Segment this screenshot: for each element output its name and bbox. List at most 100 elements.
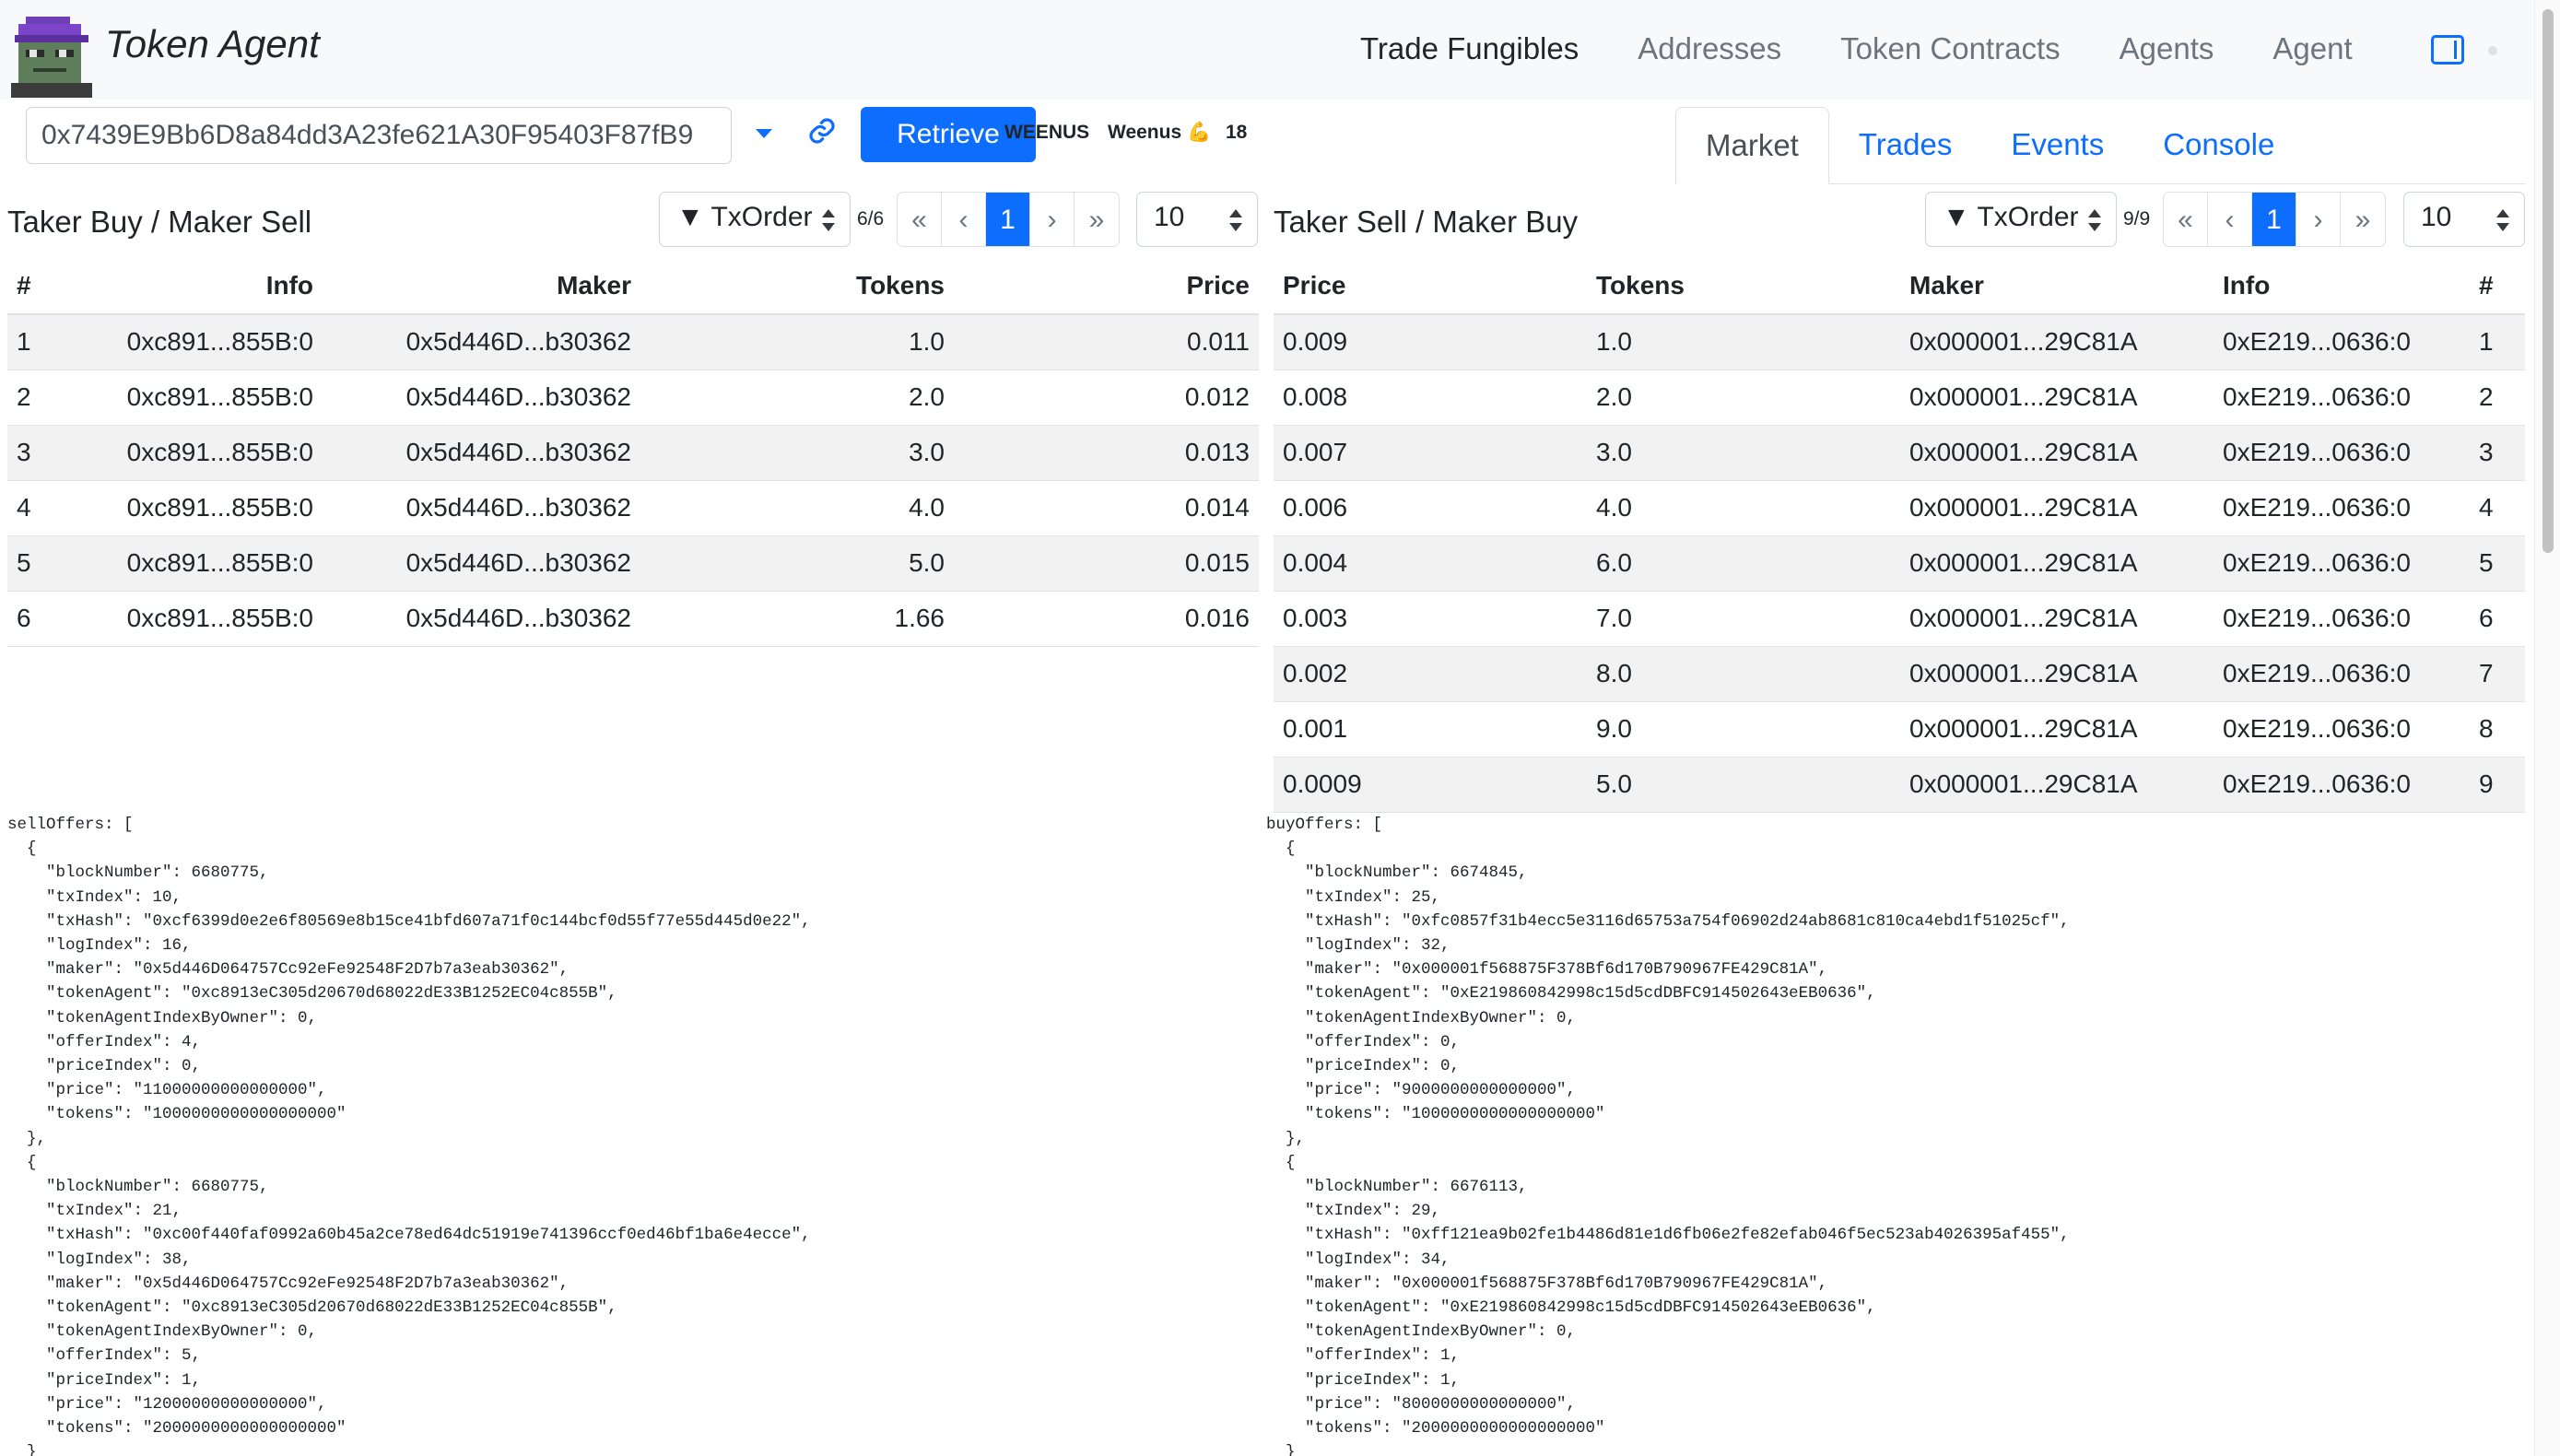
table-row[interactable]: 2 0xc891...855B:0 0x5d446D...b30362 2.0 0.01… bbox=[7, 370, 1259, 426]
nav-token-contracts[interactable]: Token Contracts bbox=[1840, 31, 2060, 66]
token-agent-logo-icon[interactable] bbox=[7, 17, 96, 98]
cell-tokens: 1.0 bbox=[640, 314, 954, 370]
cell-maker: 0x000001...29C81A bbox=[1900, 646, 2214, 702]
nav-agents[interactable]: Agents bbox=[2120, 31, 2214, 66]
cell-tokens: 7.0 bbox=[1587, 591, 1900, 647]
cell-tokens: 8.0 bbox=[1587, 646, 1900, 702]
cell-index: 3 bbox=[7, 425, 109, 481]
nav-agent[interactable]: Agent bbox=[2272, 31, 2352, 66]
col-info[interactable]: Info bbox=[109, 257, 323, 315]
col-index[interactable]: # bbox=[7, 257, 109, 315]
col-maker[interactable]: Maker bbox=[323, 257, 640, 315]
cell-price: 0.006 bbox=[1274, 480, 1587, 536]
col-price[interactable]: Price bbox=[1274, 257, 1587, 315]
table-row[interactable]: 0.0009 5.0 0x000001...29C81A 0xE219...0636:… bbox=[1274, 757, 2525, 813]
pager-next[interactable]: › bbox=[2296, 193, 2341, 246]
table-row[interactable]: 0.008 2.0 0x000001...29C81A 0xE219...0636:0… bbox=[1274, 370, 2525, 426]
cell-price: 0.014 bbox=[954, 480, 1259, 536]
cell-index: 4 bbox=[2470, 480, 2525, 536]
cell-price: 0.011 bbox=[954, 314, 1259, 370]
tab-trades[interactable]: Trades bbox=[1829, 107, 1981, 184]
cell-index: 8 bbox=[2470, 701, 2525, 757]
pager-next[interactable]: › bbox=[1030, 193, 1074, 246]
sidebar-toggle-icon[interactable] bbox=[2431, 35, 2464, 65]
sell-sort-select[interactable]: ▼ TxOrder bbox=[659, 192, 851, 247]
col-maker[interactable]: Maker bbox=[1900, 257, 2214, 315]
token-decimals: 18 bbox=[1226, 122, 1248, 143]
cell-info: 0xc891...855B:0 bbox=[109, 480, 323, 536]
table-row[interactable]: 0.006 4.0 0x000001...29C81A 0xE219...0636:0… bbox=[1274, 480, 2525, 536]
cell-index: 5 bbox=[2470, 535, 2525, 592]
col-info[interactable]: Info bbox=[2214, 257, 2470, 315]
nav-addresses[interactable]: Addresses bbox=[1638, 31, 1781, 66]
table-row[interactable]: 3 0xc891...855B:0 0x5d446D...b30362 3.0 0.01… bbox=[7, 425, 1259, 481]
table-row[interactable]: 6 0xc891...855B:0 0x5d446D...b30362 1.66 0.0… bbox=[7, 591, 1259, 647]
table-row[interactable]: 0.003 7.0 0x000001...29C81A 0xE219...0636:0… bbox=[1274, 591, 2525, 647]
table-row[interactable]: 0.009 1.0 0x000001...29C81A 0xE219...0636:0… bbox=[1274, 314, 2525, 370]
cell-maker: 0x5d446D...b30362 bbox=[323, 535, 640, 592]
scrollbar-thumb[interactable] bbox=[2542, 9, 2554, 553]
buy-page-size-select[interactable]: 10 bbox=[2403, 192, 2525, 247]
table-row[interactable]: 0.002 8.0 0x000001...29C81A 0xE219...0636:0… bbox=[1274, 646, 2525, 702]
cell-info: 0xc891...855B:0 bbox=[109, 591, 323, 647]
cell-tokens: 5.0 bbox=[1587, 757, 1900, 813]
pager-last[interactable]: » bbox=[2341, 193, 2385, 246]
pager-prev[interactable]: ‹ bbox=[2208, 193, 2252, 246]
cell-index: 6 bbox=[2470, 591, 2525, 647]
cell-info: 0xE219...0636:0 bbox=[2214, 425, 2470, 481]
table-row[interactable]: 5 0xc891...855B:0 0x5d446D...b30362 5.0 0.01… bbox=[7, 535, 1259, 592]
pager-prev[interactable]: ‹ bbox=[942, 193, 986, 246]
sell-page-size-select[interactable]: 10 bbox=[1136, 192, 1258, 247]
pager-page[interactable]: 1 bbox=[2252, 193, 2296, 246]
tab-market[interactable]: Market bbox=[1675, 107, 1829, 184]
table-row[interactable]: 0.007 3.0 0x000001...29C81A 0xE219...0636:0… bbox=[1274, 425, 2525, 481]
pager-first[interactable]: « bbox=[2164, 193, 2208, 246]
cell-tokens: 9.0 bbox=[1587, 701, 1900, 757]
page-scrollbar[interactable] bbox=[2534, 0, 2560, 1456]
table-row[interactable]: 4 0xc891...855B:0 0x5d446D...b30362 4.0 0.01… bbox=[7, 480, 1259, 536]
cell-maker: 0x5d446D...b30362 bbox=[323, 425, 640, 481]
cell-info: 0xc891...855B:0 bbox=[109, 370, 323, 426]
cell-tokens: 3.0 bbox=[640, 425, 954, 481]
cell-index: 5 bbox=[7, 535, 109, 592]
buy-offers-table: Price Tokens Maker Info # 0.009 1.0 0x0000… bbox=[1274, 257, 2525, 813]
select-arrows-icon bbox=[1229, 209, 1242, 231]
cell-tokens: 1.0 bbox=[1587, 314, 1900, 370]
token-name: Weenus 💪 bbox=[1108, 122, 1212, 143]
cell-tokens: 5.0 bbox=[640, 535, 954, 592]
sell-pagination: « ‹ 1 › » bbox=[897, 192, 1120, 247]
col-price[interactable]: Price bbox=[954, 257, 1259, 315]
cell-index: 1 bbox=[7, 314, 109, 370]
col-index[interactable]: # bbox=[2470, 257, 2525, 315]
pager-first[interactable]: « bbox=[898, 193, 942, 246]
cell-tokens: 2.0 bbox=[1587, 370, 1900, 426]
cell-price: 0.003 bbox=[1274, 591, 1587, 647]
col-tokens[interactable]: Tokens bbox=[1587, 257, 1900, 315]
tab-console[interactable]: Console bbox=[2133, 107, 2304, 184]
sell-offers-table: # Info Maker Tokens Price 1 0xc891...855B… bbox=[7, 257, 1259, 647]
cell-info: 0xE219...0636:0 bbox=[2214, 757, 2470, 813]
col-tokens[interactable]: Tokens bbox=[640, 257, 954, 315]
cell-maker: 0x5d446D...b30362 bbox=[323, 591, 640, 647]
pager-last[interactable]: » bbox=[1074, 193, 1119, 246]
cell-price: 0.004 bbox=[1274, 535, 1587, 592]
address-dropdown-icon[interactable] bbox=[756, 129, 772, 138]
link-icon[interactable] bbox=[807, 116, 837, 146]
cell-info: 0xE219...0636:0 bbox=[2214, 370, 2470, 426]
main-nav: Trade Fungibles Addresses Token Contract… bbox=[1360, 31, 2412, 66]
table-row[interactable]: 0.001 9.0 0x000001...29C81A 0xE219...0636:0… bbox=[1274, 701, 2525, 757]
cell-info: 0xE219...0636:0 bbox=[2214, 591, 2470, 647]
cell-maker: 0x000001...29C81A bbox=[1900, 535, 2214, 592]
table-row[interactable]: 0.004 6.0 0x000001...29C81A 0xE219...0636:0… bbox=[1274, 535, 2525, 592]
cell-info: 0xE219...0636:0 bbox=[2214, 535, 2470, 592]
app-title[interactable]: Token Agent bbox=[105, 22, 320, 66]
pager-page[interactable]: 1 bbox=[986, 193, 1030, 246]
table-row[interactable]: 1 0xc891...855B:0 0x5d446D...b30362 1.0 0.01… bbox=[7, 314, 1259, 370]
tab-events[interactable]: Events bbox=[1981, 107, 2133, 184]
buy-sort-select[interactable]: ▼ TxOrder bbox=[1925, 192, 2117, 247]
token-address-input[interactable] bbox=[26, 107, 732, 164]
cell-maker: 0x5d446D...b30362 bbox=[323, 370, 640, 426]
select-arrows-icon bbox=[822, 209, 835, 231]
cell-price: 0.013 bbox=[954, 425, 1259, 481]
nav-trade-fungibles[interactable]: Trade Fungibles bbox=[1360, 31, 1579, 66]
